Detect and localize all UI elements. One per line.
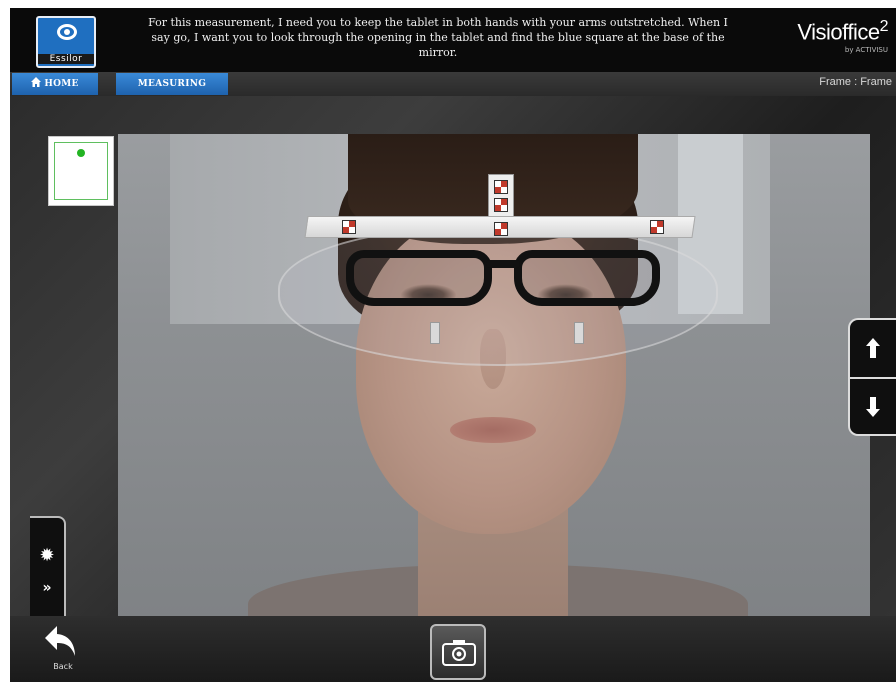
app-window: Essilor For this measurement, I need you… xyxy=(10,8,896,682)
main-area: ✹ » xyxy=(10,96,896,626)
frame-label: Frame : Frame xyxy=(819,76,892,88)
mirror-position-indicator xyxy=(48,136,114,206)
back-label: Back xyxy=(53,662,73,671)
arrow-up-button[interactable] xyxy=(850,320,896,377)
position-dot xyxy=(77,149,85,157)
mirror-box xyxy=(54,142,108,200)
side-panel-tab[interactable]: ✹ » xyxy=(30,516,66,626)
double-chevron-right-icon[interactable]: » xyxy=(37,578,57,598)
arrow-up-icon xyxy=(866,338,880,358)
essilor-logo: Essilor xyxy=(36,16,96,68)
brand-subtitle: by ACTIVISU xyxy=(844,46,888,55)
lens-left xyxy=(346,250,492,306)
arrow-down-icon xyxy=(866,397,880,417)
brand-name: Visioffice2 xyxy=(797,18,889,45)
eye-logo-icon xyxy=(57,24,77,40)
lens-right xyxy=(514,250,660,306)
logo-text: Essilor xyxy=(38,54,94,64)
capture-button[interactable] xyxy=(430,624,486,680)
nose-pad-left xyxy=(430,322,440,344)
clip-marker xyxy=(650,220,664,234)
glasses-bridge xyxy=(486,260,520,268)
glasses-frame xyxy=(346,246,666,308)
tab-home[interactable]: HOME xyxy=(12,73,98,95)
back-arrow-icon xyxy=(45,626,75,656)
camera-view xyxy=(118,134,870,620)
clip-marker xyxy=(494,198,508,212)
arrow-pad xyxy=(848,318,896,436)
footer: Back xyxy=(10,616,896,682)
nose-pad-right xyxy=(574,322,584,344)
clip-marker xyxy=(494,222,508,236)
brand: Visioffice2 by ACTIVISU xyxy=(748,18,888,54)
brand-version: 2 xyxy=(879,18,889,35)
camera-icon xyxy=(442,640,476,666)
tab-home-label: HOME xyxy=(44,79,79,89)
home-icon xyxy=(31,77,42,87)
back-button[interactable]: Back xyxy=(36,624,90,682)
subject-mouth xyxy=(450,417,536,443)
nav-bar: HOME MEASURING Frame : Frame xyxy=(10,72,896,96)
instruction-text: For this measurement, I need you to keep… xyxy=(148,16,728,59)
sun-settings-icon[interactable]: ✹ xyxy=(37,546,57,566)
arrow-down-button[interactable] xyxy=(850,379,896,436)
tab-measuring[interactable]: MEASURING xyxy=(116,73,228,95)
header: Essilor For this measurement, I need you… xyxy=(10,8,896,72)
clip-marker xyxy=(342,220,356,234)
clip-marker xyxy=(494,180,508,194)
